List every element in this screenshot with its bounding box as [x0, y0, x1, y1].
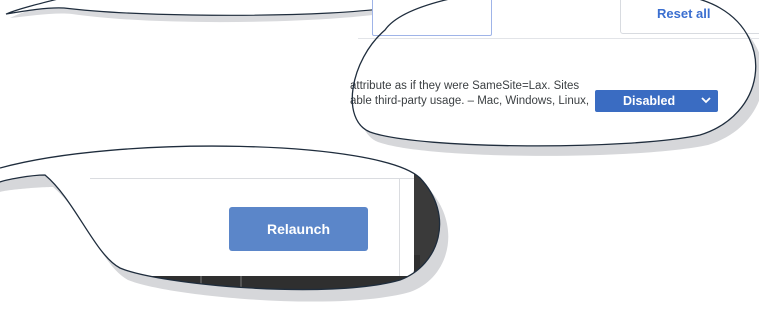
- reset-all-button[interactable]: Reset all: [620, 0, 759, 34]
- relaunch-button[interactable]: Relaunch: [229, 207, 368, 251]
- flag-description-line: able third-party usage. – Mac, Windows, …: [350, 95, 590, 107]
- flag-description: attribute as if they were SameSite=Lax. …: [350, 79, 590, 109]
- header-divider: [358, 38, 759, 39]
- chevron-down-icon: [701, 97, 711, 104]
- flag-state-value: Disabled: [623, 94, 676, 108]
- reset-all-label: Reset all: [657, 6, 711, 21]
- search-flags-input[interactable]: [372, 0, 492, 36]
- relaunch-label: Relaunch: [266, 221, 330, 237]
- callout-layer: [0, 0, 759, 302]
- flag-description-line: attribute as if they were SameSite=Lax. …: [350, 80, 580, 92]
- flag-state-select[interactable]: Disabled: [595, 90, 718, 112]
